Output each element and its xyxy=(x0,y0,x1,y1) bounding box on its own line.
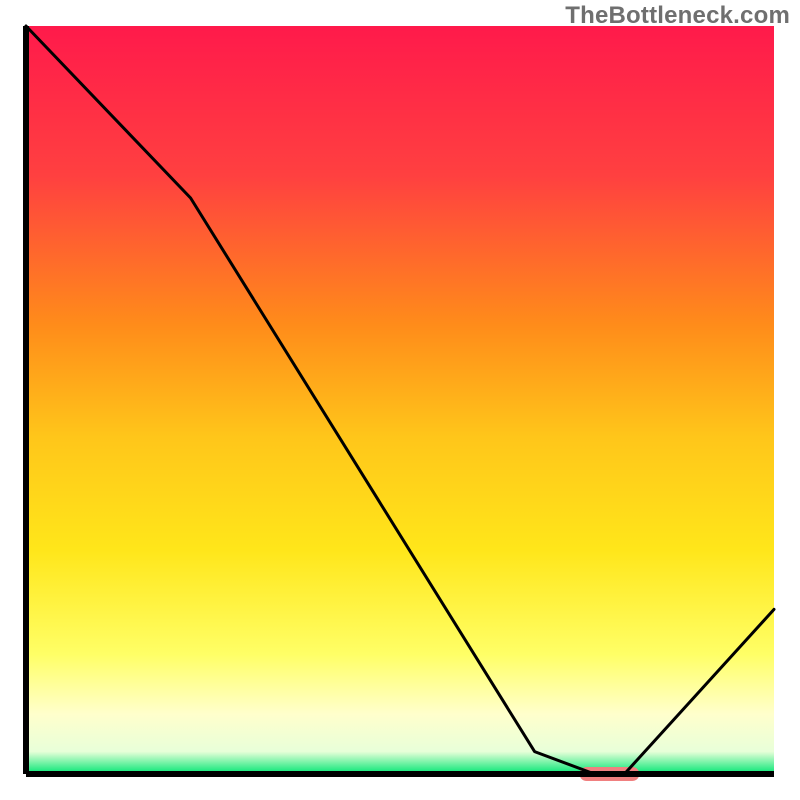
gradient-background xyxy=(26,26,774,774)
chart-container: TheBottleneck.com xyxy=(0,0,800,800)
watermark-text: TheBottleneck.com xyxy=(565,2,790,30)
bottleneck-chart xyxy=(0,0,800,800)
